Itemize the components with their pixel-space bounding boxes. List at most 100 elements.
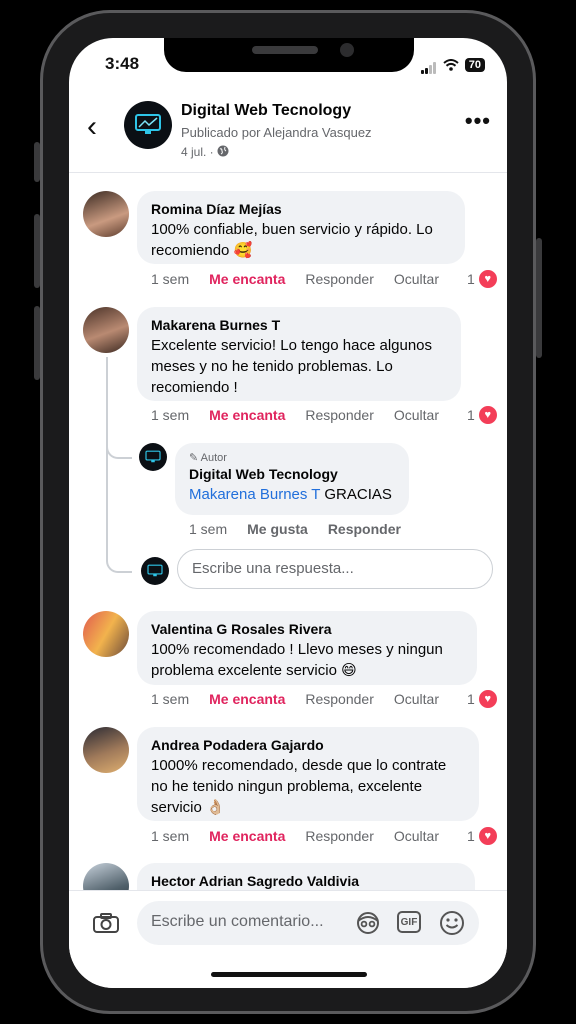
screen: 3:48 70 ‹ Digital Web Tecnology Publicad…: [69, 38, 507, 988]
reply-time[interactable]: 1 sem: [189, 521, 227, 537]
comment-text: 1000% recomendado, desde que lo contrate…: [151, 757, 447, 816]
reply-text-body: GRACIAS: [320, 486, 392, 503]
thread-connector: [106, 557, 132, 573]
reply-button[interactable]: Responder: [305, 271, 374, 287]
gif-label: GIF: [400, 916, 418, 928]
comment-author[interactable]: Andrea Podadera Gajardo: [151, 737, 465, 753]
posted-by: Publicado por Alejandra Vasquez: [181, 125, 372, 140]
author-badge-label: Autor: [200, 452, 227, 464]
reaction-summary[interactable]: 1 ♥: [467, 826, 498, 846]
comment-text: 100% confiable, buen servicio y rápido. …: [151, 221, 433, 259]
mention-link[interactable]: Makarena Burnes T: [189, 486, 320, 503]
pen-icon: ✎: [189, 452, 199, 464]
speaker: [252, 46, 318, 54]
signal-icon: [420, 56, 437, 74]
reaction-button[interactable]: Me encanta: [209, 271, 285, 287]
avatar: [141, 557, 169, 585]
avatar[interactable]: [83, 307, 129, 353]
hide-button[interactable]: Ocultar: [394, 407, 439, 423]
status-icons: 70: [420, 56, 485, 74]
comment-time[interactable]: 1 sem: [151, 271, 189, 287]
globe-icon: [217, 145, 229, 157]
comment-bubble: Hector Adrian Sagredo Valdivia: [137, 863, 475, 890]
reaction-count: 1: [467, 271, 475, 287]
thread-connector: [106, 443, 132, 459]
comment-bubble: Makarena Burnes T Excelente servicio! Lo…: [137, 307, 461, 401]
comment-author[interactable]: Valentina G Rosales Rivera: [151, 621, 463, 637]
more-options-icon[interactable]: •••: [465, 108, 491, 134]
reply-input[interactable]: Escribe una respuesta...: [177, 549, 493, 589]
hide-button[interactable]: Ocultar: [394, 828, 439, 844]
post-date: 4 jul. ·: [181, 145, 229, 159]
page-avatar[interactable]: [124, 101, 172, 149]
thread-line: [106, 357, 108, 557]
reaction-summary[interactable]: 1 ♥: [467, 405, 498, 425]
avatar[interactable]: [83, 727, 129, 773]
avatar[interactable]: [83, 191, 129, 237]
front-camera: [340, 43, 354, 57]
reaction-button[interactable]: Me encanta: [209, 828, 285, 844]
notch: [164, 38, 414, 72]
reply-author[interactable]: Digital Web Tecnology: [189, 466, 395, 482]
reaction-count: 1: [467, 828, 475, 844]
comment-text: 100% recomendado ! Llevo meses y ningun …: [151, 641, 443, 679]
reply-text: Makarena Burnes T GRACIAS: [189, 484, 395, 505]
comment-actions: 1 sem Me encanta Responder Ocultar: [151, 691, 439, 707]
heart-icon: ♥: [477, 689, 498, 709]
hide-button[interactable]: Ocultar: [394, 271, 439, 287]
comment-input[interactable]: Escribe un comentario... GIF: [137, 901, 479, 945]
like-button[interactable]: Me gusta: [247, 521, 308, 537]
comment-time[interactable]: 1 sem: [151, 828, 189, 844]
avatar-sticker-icon[interactable]: [355, 911, 381, 935]
monitor-logo-icon: [135, 114, 161, 134]
camera-icon[interactable]: [93, 913, 119, 933]
power-button: [536, 238, 542, 358]
back-arrow-icon[interactable]: ‹: [87, 112, 97, 142]
heart-icon: ♥: [477, 826, 498, 846]
reply-bubble: ✎ Autor Digital Web Tecnology Makarena B…: [175, 443, 409, 515]
reaction-summary[interactable]: 1 ♥: [467, 269, 498, 289]
status-time: 3:48: [105, 54, 140, 73]
emoji-icon[interactable]: [439, 910, 465, 936]
comment-author[interactable]: Makarena Burnes T: [151, 317, 447, 333]
comment-input-placeholder: Escribe un comentario...: [151, 913, 324, 930]
avatar[interactable]: [83, 863, 129, 890]
reply-button[interactable]: Responder: [328, 521, 401, 537]
author-badge: ✎ Autor: [189, 451, 395, 464]
reply-button[interactable]: Responder: [305, 407, 374, 423]
battery-icon: 70: [464, 58, 485, 72]
reaction-button[interactable]: Me encanta: [209, 691, 285, 707]
comment-actions: 1 sem Me encanta Responder Ocultar: [151, 271, 439, 287]
reply-button[interactable]: Responder: [305, 828, 374, 844]
page-name[interactable]: Digital Web Tecnology: [181, 102, 351, 120]
comment-time[interactable]: 1 sem: [151, 407, 189, 423]
avatar[interactable]: [139, 443, 167, 471]
reaction-count: 1: [467, 691, 475, 707]
comment-bubble: Valentina G Rosales Rivera 100% recomend…: [137, 611, 477, 685]
home-indicator: [211, 972, 367, 977]
reply-actions: 1 sem Me gusta Responder: [189, 521, 401, 537]
reply-button[interactable]: Responder: [305, 691, 374, 707]
comment-bubble: Romina Díaz Mejías 100% confiable, buen …: [137, 191, 465, 264]
comments-list: Romina Díaz Mejías 100% confiable, buen …: [69, 173, 507, 890]
comment-bubble: Andrea Podadera Gajardo 1000% recomendad…: [137, 727, 479, 821]
monitor-logo-icon: [147, 564, 163, 577]
hide-button[interactable]: Ocultar: [394, 691, 439, 707]
post-header: ‹ Digital Web Tecnology Publicado por Al…: [69, 88, 507, 173]
comment-time[interactable]: 1 sem: [151, 691, 189, 707]
heart-icon: ♥: [477, 405, 498, 425]
gif-icon[interactable]: GIF: [397, 911, 421, 933]
wifi-icon: [443, 59, 459, 71]
comment-text: Excelente servicio! Lo tengo hace alguno…: [151, 337, 433, 396]
comment-actions: 1 sem Me encanta Responder Ocultar: [151, 407, 439, 423]
heart-icon: ♥: [477, 269, 498, 289]
avatar[interactable]: [83, 611, 129, 657]
comment-author[interactable]: Hector Adrian Sagredo Valdivia: [151, 873, 461, 889]
post-date-text: 4 jul. ·: [181, 145, 214, 159]
reaction-summary[interactable]: 1 ♥: [467, 689, 498, 709]
monitor-logo-icon: [145, 450, 161, 463]
reaction-count: 1: [467, 407, 475, 423]
comment-author[interactable]: Romina Díaz Mejías: [151, 201, 451, 217]
comment-actions: 1 sem Me encanta Responder Ocultar: [151, 828, 439, 844]
reaction-button[interactable]: Me encanta: [209, 407, 285, 423]
